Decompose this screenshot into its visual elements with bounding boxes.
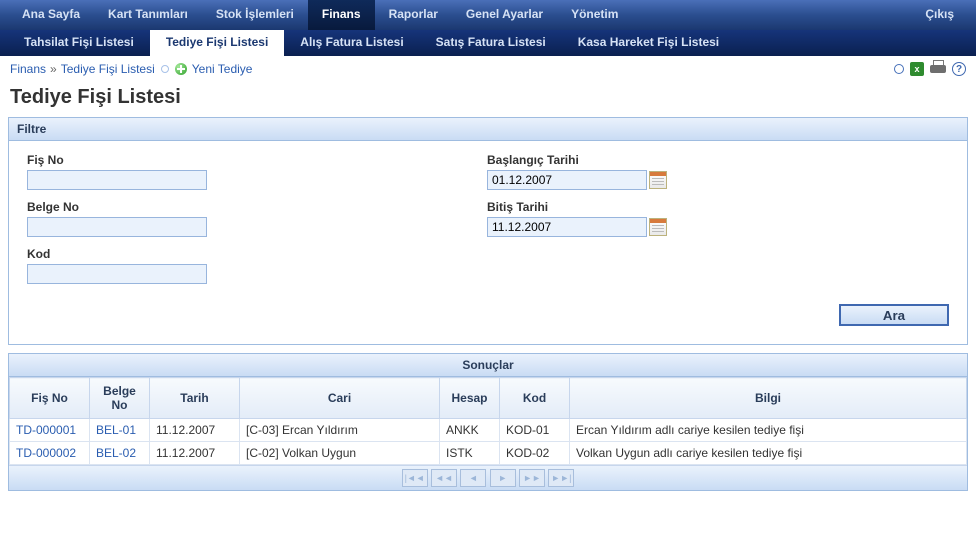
main-nav-item[interactable]: Kart Tanımları xyxy=(94,0,202,30)
cell-cari: [C-02] Volkan Uygun xyxy=(240,442,440,465)
main-nav: Ana SayfaKart TanımlarıStok İşlemleriFin… xyxy=(0,0,976,30)
pager-next[interactable]: ► xyxy=(490,469,516,487)
results-panel: Sonuçlar Fiş No Belge No Tarih Cari Hesa… xyxy=(8,353,968,491)
excel-export-icon[interactable]: x xyxy=(910,62,924,76)
fisno-label: Fiş No xyxy=(27,153,207,167)
cell-belgeno[interactable]: BEL-01 xyxy=(90,419,150,442)
results-table: Fiş No Belge No Tarih Cari Hesap Kod Bil… xyxy=(9,377,967,465)
sub-nav-item[interactable]: Tediye Fişi Listesi xyxy=(150,30,284,56)
breadcrumb-page[interactable]: Tediye Fişi Listesi xyxy=(61,62,155,76)
col-bilgi[interactable]: Bilgi xyxy=(570,378,967,419)
sub-nav-item[interactable]: Alış Fatura Listesi xyxy=(284,30,419,56)
col-hesap[interactable]: Hesap xyxy=(440,378,500,419)
sub-nav-item[interactable]: Satış Fatura Listesi xyxy=(420,30,562,56)
col-belgeno[interactable]: Belge No xyxy=(90,378,150,419)
results-title: Sonuçlar xyxy=(9,354,967,377)
filter-panel: Filtre Fiş No Belge No Kod Başlangı xyxy=(8,117,968,345)
cell-kod: KOD-01 xyxy=(500,419,570,442)
pager: |◄◄ ◄◄ ◄ ► ►► ►►| xyxy=(9,465,967,490)
col-cari[interactable]: Cari xyxy=(240,378,440,419)
page-title: Tediye Fişi Listesi xyxy=(0,82,976,117)
breadcrumb-root[interactable]: Finans xyxy=(10,62,46,76)
sub-nav: Tahsilat Fişi ListesiTediye Fişi Listesi… xyxy=(0,30,976,56)
sub-nav-item[interactable]: Tahsilat Fişi Listesi xyxy=(8,30,150,56)
pager-prev[interactable]: ◄ xyxy=(460,469,486,487)
end-date-input[interactable] xyxy=(487,217,647,237)
cell-tarih: 11.12.2007 xyxy=(150,419,240,442)
breadcrumb: Finans » Tediye Fişi Listesi Yeni Tediye xyxy=(10,62,894,76)
cell-hesap: ANKK xyxy=(440,419,500,442)
refresh-icon[interactable] xyxy=(894,64,904,74)
pager-last[interactable]: ►►| xyxy=(548,469,574,487)
main-nav-item[interactable]: Finans xyxy=(308,0,375,30)
cell-belgeno[interactable]: BEL-02 xyxy=(90,442,150,465)
breadcrumb-circle-icon xyxy=(161,65,169,73)
cell-bilgi: Volkan Uygun adlı cariye kesilen tediye … xyxy=(570,442,967,465)
pager-first[interactable]: |◄◄ xyxy=(402,469,428,487)
print-icon[interactable] xyxy=(930,63,946,75)
table-row: TD-000001BEL-0111.12.2007[C-03] Ercan Yı… xyxy=(10,419,967,442)
cell-hesap: ISTK xyxy=(440,442,500,465)
help-icon[interactable]: ? xyxy=(952,62,966,76)
cell-tarih: 11.12.2007 xyxy=(150,442,240,465)
fisno-input[interactable] xyxy=(27,170,207,190)
end-date-label: Bitiş Tarihi xyxy=(487,200,667,214)
cell-kod: KOD-02 xyxy=(500,442,570,465)
pager-next-page[interactable]: ►► xyxy=(519,469,545,487)
start-date-label: Başlangıç Tarihi xyxy=(487,153,667,167)
col-tarih[interactable]: Tarih xyxy=(150,378,240,419)
breadcrumb-row: Finans » Tediye Fişi Listesi Yeni Tediye… xyxy=(0,56,976,82)
table-row: TD-000002BEL-0211.12.2007[C-02] Volkan U… xyxy=(10,442,967,465)
cell-fisno[interactable]: TD-000001 xyxy=(10,419,90,442)
sub-nav-item[interactable]: Kasa Hareket Fişi Listesi xyxy=(562,30,735,56)
main-nav-item[interactable]: Stok İşlemleri xyxy=(202,0,308,30)
cell-cari: [C-03] Ercan Yıldırım xyxy=(240,419,440,442)
breadcrumb-sep: » xyxy=(50,62,57,76)
add-icon xyxy=(175,63,187,75)
kod-input[interactable] xyxy=(27,264,207,284)
calendar-icon[interactable] xyxy=(649,218,667,236)
cell-bilgi: Ercan Yıldırım adlı cariye kesilen tediy… xyxy=(570,419,967,442)
main-nav-item[interactable]: Raporlar xyxy=(375,0,452,30)
col-fisno[interactable]: Fiş No xyxy=(10,378,90,419)
calendar-icon[interactable] xyxy=(649,171,667,189)
col-kod[interactable]: Kod xyxy=(500,378,570,419)
breadcrumb-new-link[interactable]: Yeni Tediye xyxy=(192,62,253,76)
nav-exit[interactable]: Çıkış xyxy=(911,0,968,30)
kod-label: Kod xyxy=(27,247,207,261)
pager-prev-page[interactable]: ◄◄ xyxy=(431,469,457,487)
main-nav-item[interactable]: Genel Ayarlar xyxy=(452,0,557,30)
main-nav-item[interactable]: Ana Sayfa xyxy=(8,0,94,30)
start-date-input[interactable] xyxy=(487,170,647,190)
belgeno-input[interactable] xyxy=(27,217,207,237)
main-nav-item[interactable]: Yönetim xyxy=(557,0,632,30)
belgeno-label: Belge No xyxy=(27,200,207,214)
cell-fisno[interactable]: TD-000002 xyxy=(10,442,90,465)
toolbar: x ? xyxy=(894,62,966,76)
search-button[interactable]: Ara xyxy=(839,304,949,326)
filter-panel-header: Filtre xyxy=(9,118,967,141)
